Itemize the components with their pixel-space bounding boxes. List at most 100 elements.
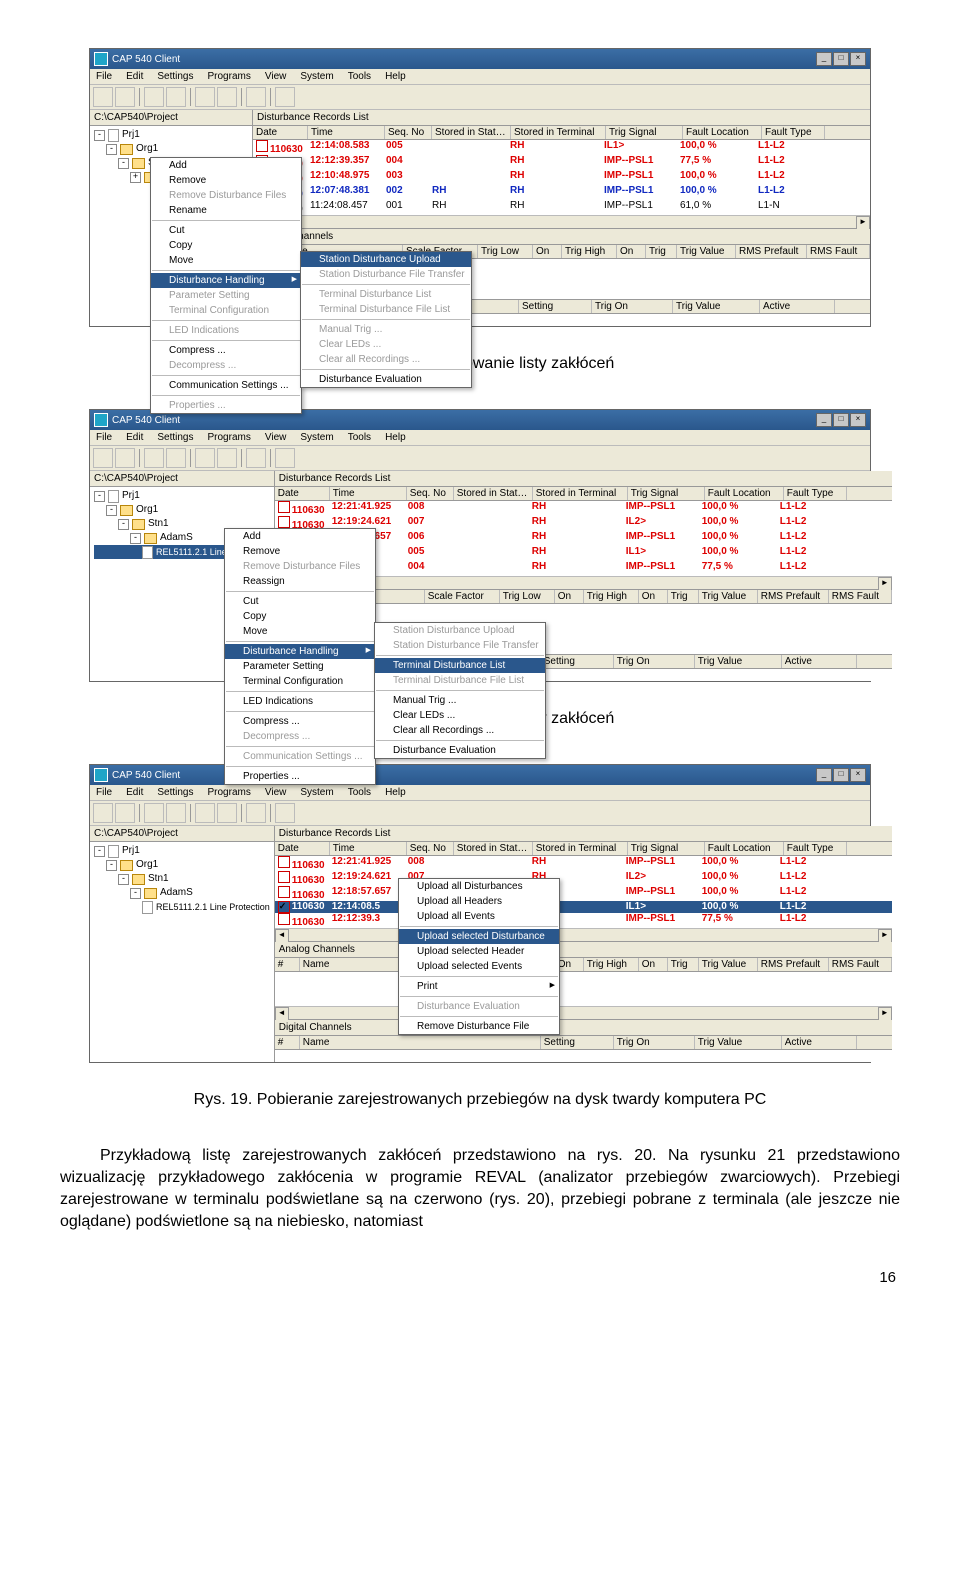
menu-item[interactable]: Station Disturbance Upload: [375, 623, 545, 638]
menu-help[interactable]: Help: [382, 70, 409, 83]
menu-item[interactable]: Disturbance Evaluation: [375, 743, 545, 758]
menu-item[interactable]: Move: [151, 253, 301, 268]
close-button[interactable]: ×: [850, 768, 866, 782]
tool-btn-6[interactable]: [217, 803, 237, 823]
menu-edit[interactable]: Edit: [123, 70, 146, 83]
tool-btn-5[interactable]: [195, 803, 215, 823]
menu-item[interactable]: Disturbance Handling: [151, 273, 301, 288]
menu-item[interactable]: Station Disturbance File Transfer: [301, 267, 471, 282]
tool-btn-3[interactable]: [144, 448, 164, 468]
minimize-button[interactable]: _: [816, 52, 832, 66]
tool-btn-7[interactable]: [246, 803, 266, 823]
tree-sub[interactable]: AdamS: [160, 531, 193, 545]
menu-system[interactable]: System: [297, 431, 336, 444]
menu-item[interactable]: Disturbance Handling: [225, 644, 375, 659]
menu-tools[interactable]: Tools: [345, 70, 374, 83]
menu-item[interactable]: Clear LEDs ...: [375, 708, 545, 723]
tool-btn-2[interactable]: [115, 87, 135, 107]
menu-item[interactable]: Upload selected Disturbance: [399, 929, 559, 944]
table-row[interactable]: 11063012:19:24.621007RHIL2>100,0 %L1-L2: [275, 871, 892, 886]
menu-item[interactable]: Manual Trig ...: [301, 322, 471, 337]
menu-help[interactable]: Help: [382, 786, 409, 799]
tree-toggle-icon[interactable]: -: [94, 491, 105, 502]
maximize-button[interactable]: □: [833, 52, 849, 66]
menu-file[interactable]: File: [93, 431, 115, 444]
menu-item[interactable]: Clear all Recordings ...: [375, 723, 545, 738]
tool-btn-2[interactable]: [115, 803, 135, 823]
menu-item[interactable]: Add: [151, 158, 301, 173]
menu-item[interactable]: Remove Disturbance File: [399, 1019, 559, 1034]
menu-item[interactable]: LED Indications: [151, 323, 301, 338]
menu-item[interactable]: Remove: [225, 544, 375, 559]
menu-system[interactable]: System: [297, 786, 336, 799]
menu-file[interactable]: File: [93, 70, 115, 83]
menu-item[interactable]: Copy: [225, 609, 375, 624]
tree-root[interactable]: Prj1: [122, 128, 140, 142]
tool-btn-6[interactable]: [217, 87, 237, 107]
menu-item[interactable]: Terminal Configuration: [225, 674, 375, 689]
menu-settings[interactable]: Settings: [154, 70, 196, 83]
menu-item[interactable]: Move: [225, 624, 375, 639]
tree-toggle-icon[interactable]: +: [130, 172, 141, 183]
menu-view[interactable]: View: [262, 786, 290, 799]
scroll-left-icon[interactable]: ◄: [275, 929, 289, 943]
tool-btn-1[interactable]: [93, 803, 113, 823]
tool-btn-4[interactable]: [166, 448, 186, 468]
minimize-button[interactable]: _: [816, 413, 832, 427]
menu-edit[interactable]: Edit: [123, 786, 146, 799]
table-row[interactable]: 11063012:07:48.381002RHRHIMP--PSL1100,0 …: [253, 185, 870, 200]
menu-item[interactable]: Terminal Disturbance File List: [301, 302, 471, 317]
menu-item[interactable]: Disturbance Evaluation: [301, 372, 471, 387]
context-menu-main[interactable]: AddRemoveRemove Disturbance FilesRenameC…: [150, 157, 302, 414]
menu-tools[interactable]: Tools: [345, 431, 374, 444]
tree-root[interactable]: Prj1: [122, 844, 140, 858]
tree-org[interactable]: Org1: [136, 858, 158, 872]
menu-item[interactable]: LED Indications: [225, 694, 375, 709]
tree-sub[interactable]: AdamS: [160, 886, 193, 900]
menu-item[interactable]: Communication Settings ...: [225, 749, 375, 764]
menu-item[interactable]: Cut: [225, 594, 375, 609]
menu-programs[interactable]: Programs: [205, 70, 254, 83]
menu-item[interactable]: Communication Settings ...: [151, 378, 301, 393]
close-button[interactable]: ×: [850, 413, 866, 427]
tool-btn-8[interactable]: [275, 803, 295, 823]
table-row[interactable]: 11063012:18:57.657006RHIMP--PSL1100,0 %L…: [275, 886, 892, 901]
tool-btn-3[interactable]: [144, 803, 164, 823]
context-menu-sub[interactable]: Station Disturbance UploadStation Distur…: [374, 622, 546, 759]
menu-item[interactable]: Add: [225, 529, 375, 544]
tree-terminal[interactable]: REL5111.2.1 Line Protection: [156, 900, 270, 914]
menu-item[interactable]: Decompress ...: [225, 729, 375, 744]
tree-toggle-icon[interactable]: -: [130, 888, 141, 899]
scroll-right-icon[interactable]: ►: [878, 577, 892, 591]
tree-toggle-icon[interactable]: -: [118, 519, 129, 530]
menu-settings[interactable]: Settings: [154, 786, 196, 799]
tool-btn-8[interactable]: [275, 448, 295, 468]
tree-org[interactable]: Org1: [136, 503, 158, 517]
menu-file[interactable]: File: [93, 786, 115, 799]
tree-stn[interactable]: Stn1: [148, 517, 169, 531]
menu-item[interactable]: Copy: [151, 238, 301, 253]
menu-item[interactable]: Upload all Disturbances: [399, 879, 559, 894]
menu-item[interactable]: Clear LEDs ...: [301, 337, 471, 352]
menu-item[interactable]: Upload selected Events: [399, 959, 559, 974]
menu-item[interactable]: Manual Trig ...: [375, 693, 545, 708]
tool-btn-1[interactable]: [93, 87, 113, 107]
maximize-button[interactable]: □: [833, 768, 849, 782]
maximize-button[interactable]: □: [833, 413, 849, 427]
table-row[interactable]: 11063012:10:48.975003RHIMP--PSL1100,0 %L…: [253, 170, 870, 185]
tool-btn-8[interactable]: [275, 87, 295, 107]
scroll-right-icon[interactable]: ►: [856, 216, 870, 230]
tool-btn-7[interactable]: [246, 448, 266, 468]
tool-btn-5[interactable]: [195, 448, 215, 468]
menu-system[interactable]: System: [297, 70, 336, 83]
tree-toggle-icon[interactable]: -: [130, 533, 141, 544]
tree-toggle-icon[interactable]: -: [118, 158, 129, 169]
tree-org[interactable]: Org1: [136, 142, 158, 156]
menu-item[interactable]: Parameter Setting: [151, 288, 301, 303]
menu-programs[interactable]: Programs: [205, 786, 254, 799]
menu-item[interactable]: Terminal Disturbance File List: [375, 673, 545, 688]
menu-item[interactable]: Remove: [151, 173, 301, 188]
tool-btn-3[interactable]: [144, 87, 164, 107]
menu-item[interactable]: Rename: [151, 203, 301, 218]
tool-btn-4[interactable]: [166, 87, 186, 107]
